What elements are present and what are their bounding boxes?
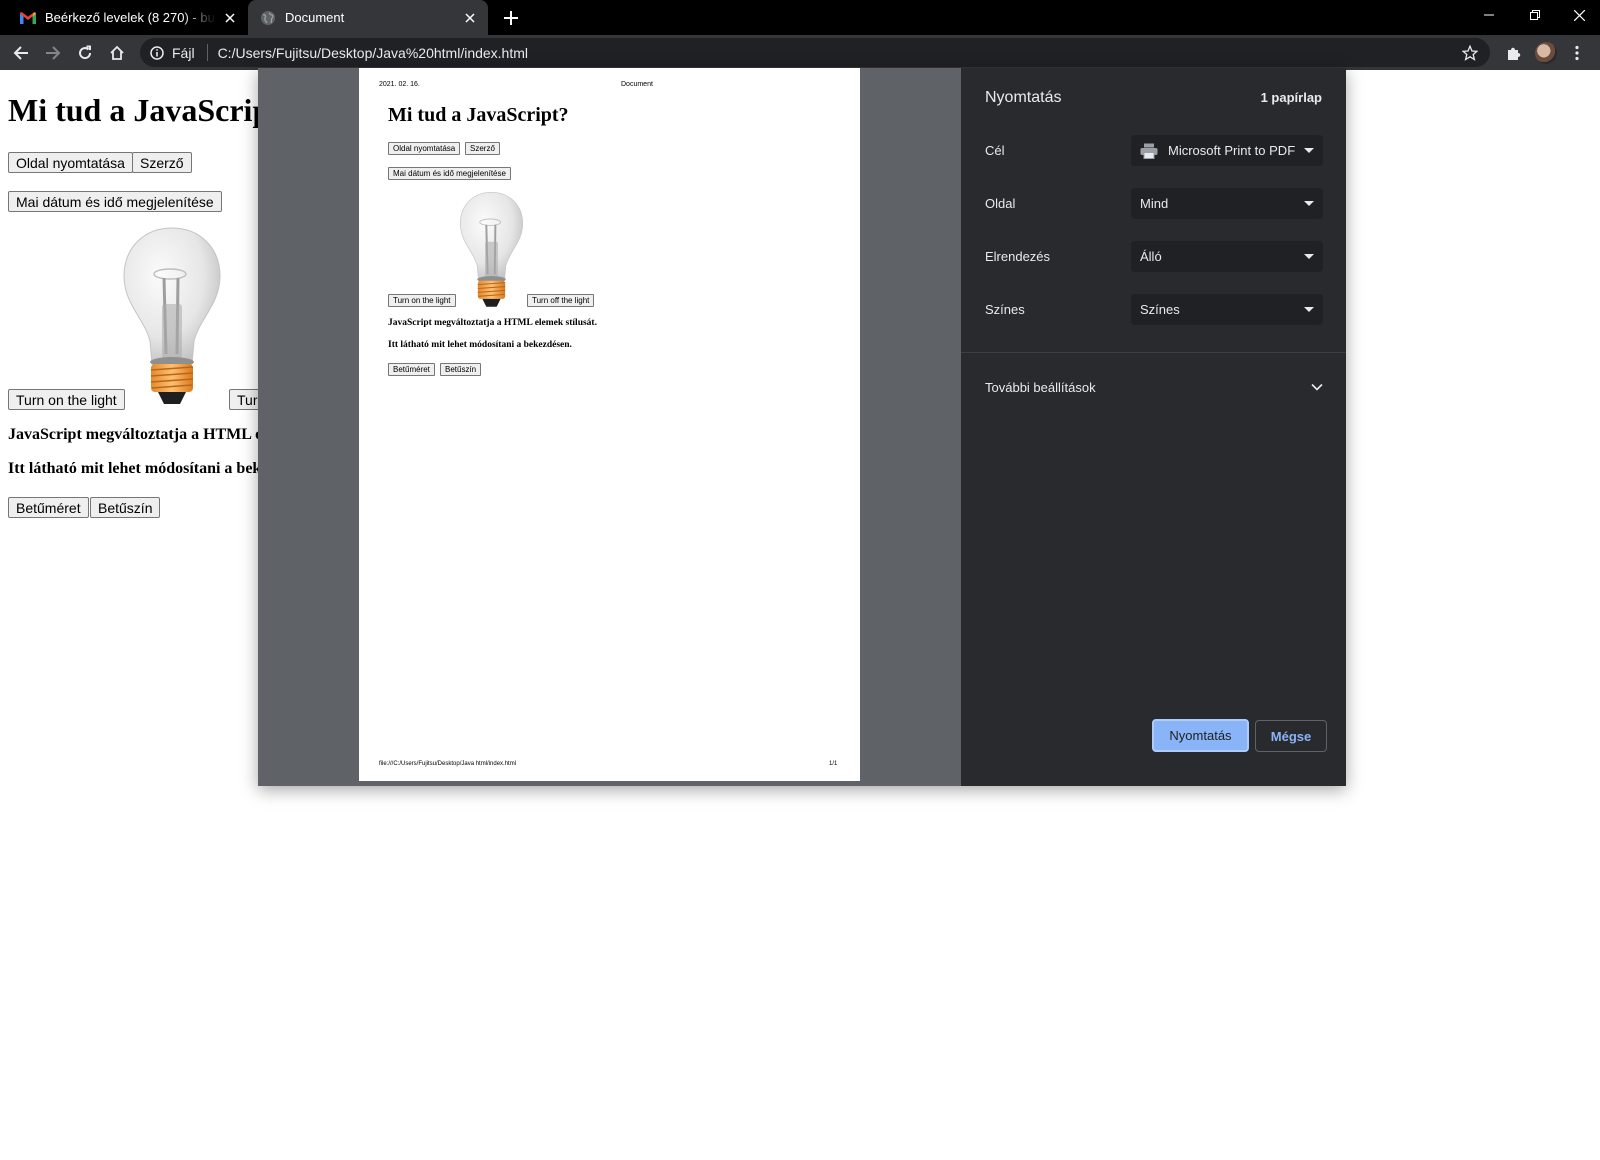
font-size-button[interactable]: Betűméret bbox=[8, 497, 89, 518]
color-select[interactable]: Színes bbox=[1131, 294, 1323, 325]
print-dialog: 2021. 02. 16. Document Mi tud a JavaScri… bbox=[258, 68, 1346, 786]
reload-icon bbox=[79, 45, 92, 60]
page-title: Mi tud a JavaScript? bbox=[8, 92, 297, 128]
close-icon bbox=[1573, 9, 1585, 21]
preview-page-title: Mi tud a JavaScript? bbox=[388, 104, 569, 126]
tab-gmail[interactable]: Beérkező levelek (8 270) - bunasz bbox=[8, 0, 248, 35]
cancel-button[interactable]: Mégse bbox=[1255, 720, 1327, 752]
preview-turn-off-light-button: Turn off the light bbox=[527, 294, 595, 307]
preview-paragraph-1: JavaScript megváltoztatja a HTML elemek … bbox=[388, 318, 597, 328]
chip-label: Fájl bbox=[172, 44, 195, 61]
restore-button[interactable] bbox=[1512, 0, 1558, 30]
close-window-button[interactable] bbox=[1558, 0, 1600, 30]
preview-footer-url: file:///C:/Users/Fujitsu/Desktop/Java ht… bbox=[379, 761, 517, 767]
author-button[interactable]: Szerző bbox=[132, 152, 192, 173]
pages-select[interactable]: Mind bbox=[1131, 188, 1323, 219]
address-bar[interactable]: Fájl C:/Users/Fujitsu/Desktop/Java%20htm… bbox=[140, 38, 1490, 67]
extensions-button[interactable] bbox=[1500, 39, 1528, 67]
minimize-icon bbox=[1484, 14, 1494, 16]
new-tab-button[interactable] bbox=[497, 4, 525, 32]
layout-select[interactable]: Álló bbox=[1131, 241, 1323, 272]
print-settings-panel: Nyomtatás 1 papírlap Cél Microsoft Print… bbox=[961, 68, 1346, 786]
printer-icon bbox=[1140, 143, 1158, 159]
back-button[interactable] bbox=[7, 39, 35, 67]
tab-title: Beérkező levelek (8 270) - bunasz bbox=[45, 10, 216, 25]
preview-lightbulb-image bbox=[459, 191, 524, 308]
tab-document[interactable]: Document bbox=[248, 0, 488, 35]
show-date-button[interactable]: Mai dátum és idő megjelenítése bbox=[8, 191, 222, 212]
dropdown-arrow-icon bbox=[1304, 148, 1314, 153]
font-color-button[interactable]: Betűszín bbox=[90, 497, 161, 518]
url-text[interactable]: C:/Users/Fujitsu/Desktop/Java%20html/ind… bbox=[218, 45, 1456, 61]
print-page-button[interactable]: Oldal nyomtatása bbox=[8, 152, 133, 173]
print-button[interactable]: Nyomtatás bbox=[1152, 719, 1249, 752]
home-button[interactable] bbox=[103, 39, 131, 67]
forward-arrow-icon bbox=[46, 46, 61, 60]
preview-page: 2021. 02. 16. Document Mi tud a JavaScri… bbox=[359, 68, 860, 781]
print-dialog-title: Nyomtatás bbox=[985, 89, 1062, 106]
sheet-count: 1 papírlap bbox=[1260, 90, 1322, 105]
destination-label: Cél bbox=[985, 143, 1005, 158]
preview-footer-page: 1/1 bbox=[829, 761, 838, 767]
layout-label: Elrendezés bbox=[985, 249, 1051, 264]
pages-value: Mind bbox=[1140, 196, 1169, 211]
pages-label: Oldal bbox=[985, 196, 1016, 211]
close-tab-icon[interactable] bbox=[216, 4, 244, 32]
print-preview-area: 2021. 02. 16. Document Mi tud a JavaScri… bbox=[258, 68, 961, 786]
chevron-down-icon bbox=[1311, 383, 1323, 391]
preview-header-title: Document bbox=[621, 81, 653, 88]
forward-button[interactable] bbox=[39, 39, 67, 67]
destination-value: Microsoft Print to PDF bbox=[1168, 143, 1296, 158]
back-arrow-icon bbox=[13, 46, 28, 60]
color-label: Színes bbox=[985, 302, 1025, 317]
preview-header-date: 2021. 02. 16. bbox=[379, 81, 420, 88]
browser-toolbar: Fájl C:/Users/Fujitsu/Desktop/Java%20htm… bbox=[0, 35, 1600, 70]
turn-on-light-button[interactable]: Turn on the light bbox=[8, 389, 125, 410]
globe-icon bbox=[261, 10, 275, 25]
dropdown-arrow-icon bbox=[1304, 307, 1314, 312]
bookmark-star-icon[interactable] bbox=[1456, 39, 1484, 67]
kebab-menu-icon bbox=[1575, 45, 1579, 61]
preview-show-date-button: Mai dátum és idő megjelenítése bbox=[388, 167, 511, 180]
preview-turn-on-light-button: Turn on the light bbox=[388, 294, 456, 307]
preview-paragraph-2: Itt látható mit lehet módosítani a bekez… bbox=[388, 340, 572, 350]
plus-icon bbox=[504, 11, 518, 25]
dropdown-arrow-icon bbox=[1304, 254, 1314, 259]
puzzle-icon bbox=[1508, 47, 1521, 60]
gmail-icon bbox=[20, 11, 36, 24]
more-settings-toggle[interactable]: További beállítások bbox=[985, 372, 1323, 402]
profile-avatar[interactable] bbox=[1535, 42, 1557, 64]
lightbulb-image bbox=[122, 226, 222, 406]
close-tab-icon[interactable] bbox=[456, 4, 484, 32]
minimize-button[interactable] bbox=[1466, 0, 1512, 30]
menu-button[interactable] bbox=[1563, 39, 1591, 67]
browser-titlebar: Beérkező levelek (8 270) - bunasz Docume… bbox=[0, 0, 1600, 35]
destination-select[interactable]: Microsoft Print to PDF bbox=[1131, 135, 1323, 166]
more-settings-label: További beállítások bbox=[985, 379, 1096, 395]
preview-author-button: Szerző bbox=[465, 142, 500, 155]
dropdown-arrow-icon bbox=[1304, 201, 1314, 206]
site-info-chip[interactable]: Fájl bbox=[140, 45, 195, 61]
preview-font-size-button: Betűméret bbox=[388, 363, 435, 376]
tab-title: Document bbox=[285, 10, 345, 25]
reload-button[interactable] bbox=[71, 39, 99, 67]
preview-print-page-button: Oldal nyomtatása bbox=[388, 142, 461, 155]
layout-value: Álló bbox=[1140, 249, 1162, 264]
info-icon bbox=[150, 45, 164, 60]
preview-font-color-button: Betűszín bbox=[440, 363, 482, 376]
settings-divider bbox=[961, 352, 1346, 353]
color-value: Színes bbox=[1140, 302, 1180, 317]
restore-icon bbox=[1530, 10, 1540, 20]
address-separator bbox=[206, 44, 208, 61]
home-icon bbox=[110, 45, 124, 60]
